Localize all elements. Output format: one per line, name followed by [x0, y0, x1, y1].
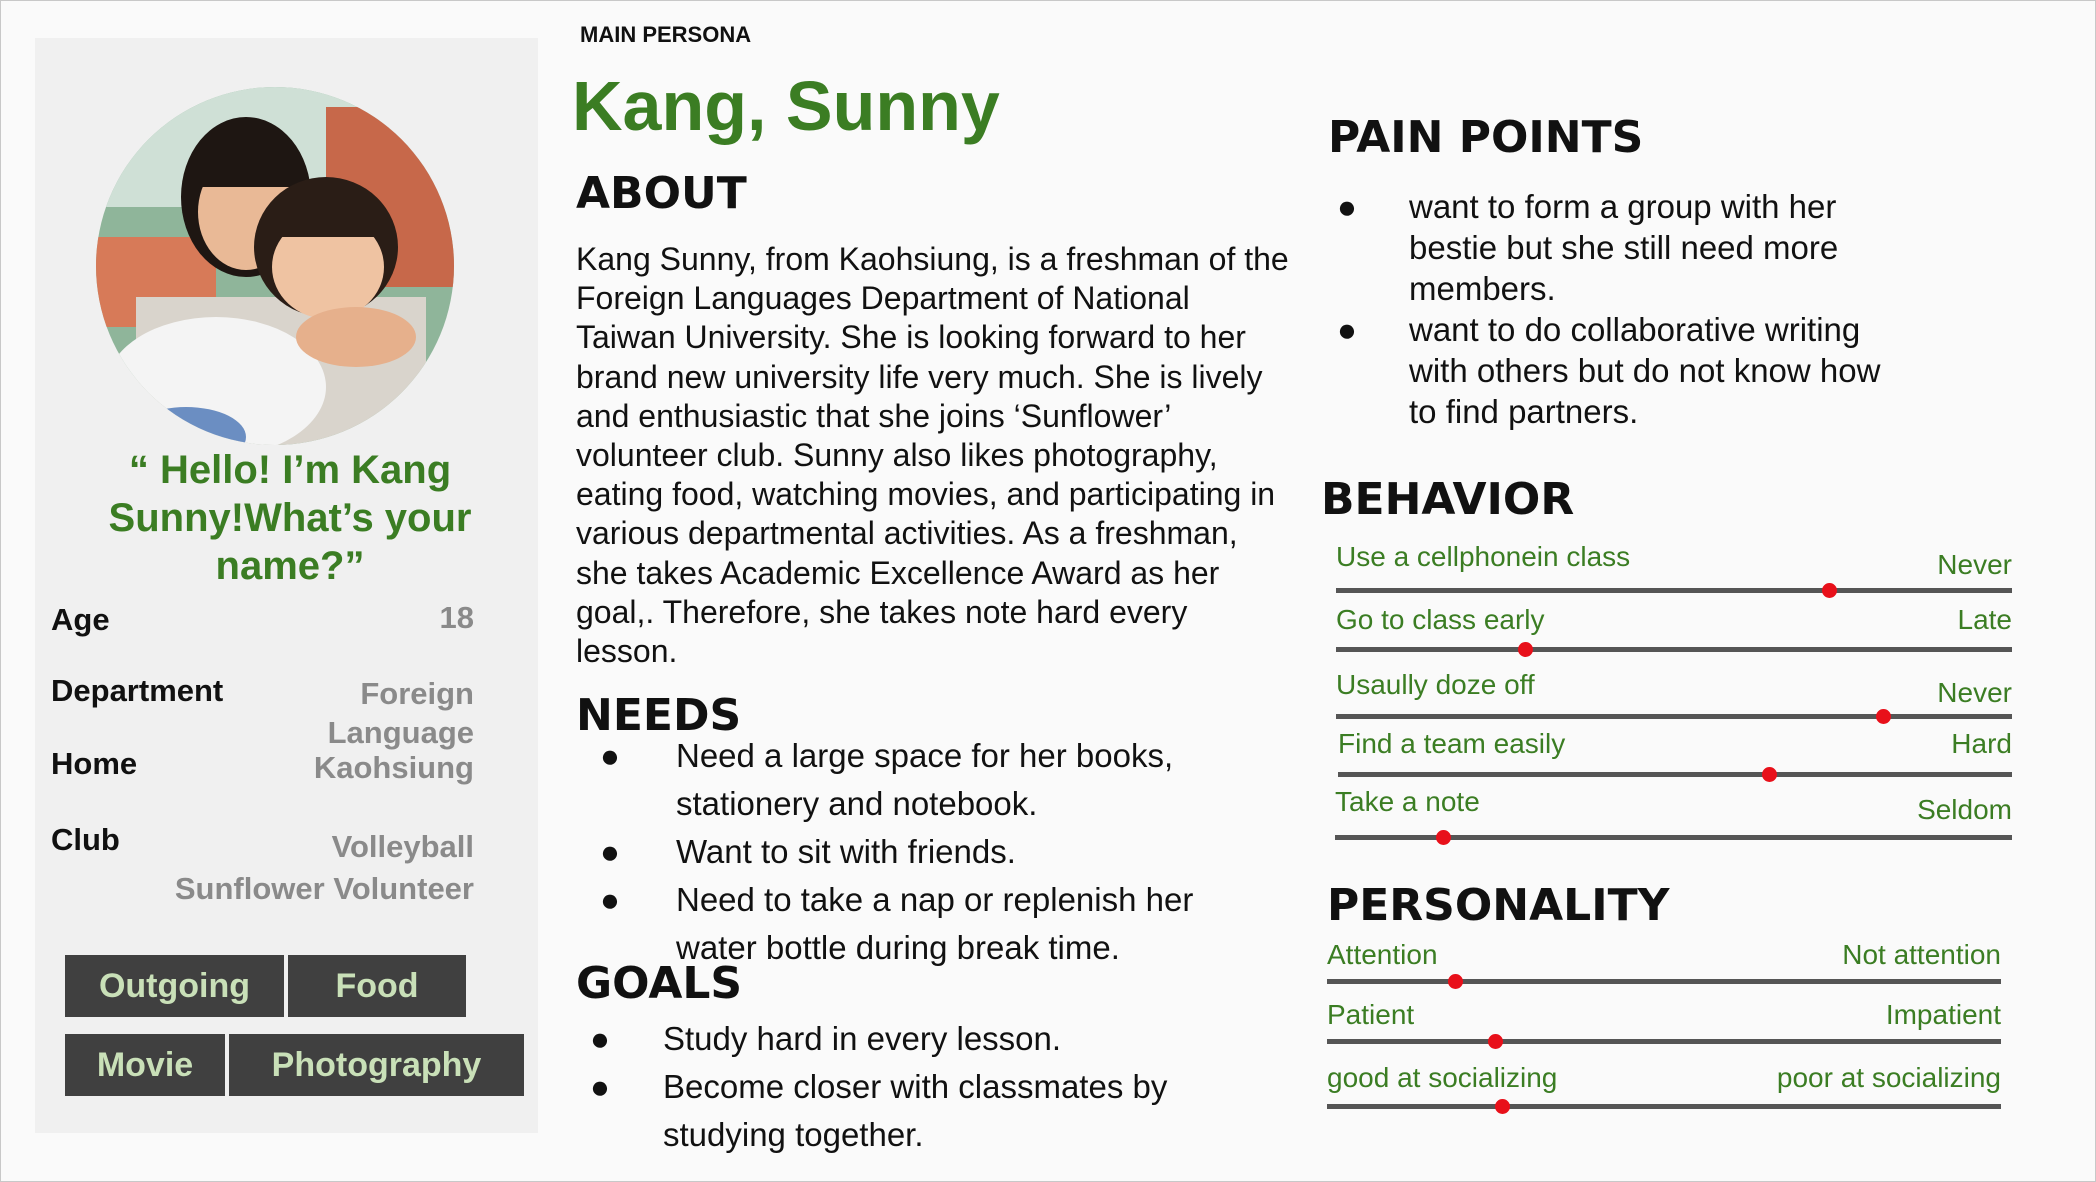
pain-point-item: ● want to form a group with her bestie bu… [1337, 188, 1839, 307]
scale-left-label: Use a cellphonein class [1336, 541, 1631, 572]
goals-list: ● Study hard in every lesson. ● Become clo… [590, 1015, 1230, 1159]
needs-item: ● Need a large space for her books, stati… [600, 737, 1174, 822]
scale-left-label: Attention [1327, 939, 1438, 970]
behavior-scale-notes: Take a note Seldom [1335, 786, 2012, 846]
scale-track [1336, 647, 2012, 652]
scale-right-label: Never [1937, 549, 2012, 580]
tag-outgoing: Outgoing [65, 955, 284, 1017]
scale-left-label: Usaully doze off [1336, 669, 1535, 700]
scale-left-label: Take a note [1335, 786, 1480, 817]
needs-list: ● Need a large space for her books, stati… [600, 732, 1250, 972]
pain-points-list: ● want to form a group with her bestie bu… [1337, 186, 1917, 432]
scale-marker [1435, 830, 1451, 845]
department-label: Department [51, 673, 224, 708]
goals-item: ● Study hard in every lesson. [590, 1020, 1062, 1057]
club-label: Club [51, 822, 120, 857]
profile-photo [96, 87, 454, 445]
goals-item: ● Become closer with classmates by studyi… [590, 1068, 1168, 1153]
scale-marker [1488, 1034, 1503, 1049]
behavior-scale-team: Find a team easily Hard [1338, 728, 2012, 788]
scale-left-label: Patient [1327, 999, 1415, 1030]
scale-right-label: Never [1937, 677, 2012, 708]
scale-right-label: poor at socializing [1776, 1062, 2001, 1093]
tag-food: Food [288, 955, 466, 1017]
scale-marker [1494, 1099, 1510, 1114]
scale-right-label: Late [1957, 604, 2013, 635]
persona-name: Kang, Sunny [572, 67, 1000, 145]
scale-right-label: Hard [1951, 728, 2012, 759]
tag-photography: Photography [229, 1034, 524, 1096]
scale-track [1327, 979, 2001, 984]
tag-movie: Movie [65, 1034, 225, 1096]
scale-marker [1761, 767, 1777, 782]
personality-scale-attention: Attention Not attention [1327, 939, 2001, 999]
about-heading: ABOUT [576, 168, 747, 219]
personality-scale-socializing: good at socializing poor at socializing [1327, 1062, 2001, 1122]
scale-left-label: Find a team easily [1338, 728, 1566, 759]
pain-points-heading: PAIN POINTS [1328, 112, 1644, 163]
section-label: MAIN PERSONA [580, 22, 752, 47]
department-value-line2: Language [327, 715, 474, 750]
behavior-heading: BEHAVIOR [1321, 474, 1575, 525]
scale-marker [1821, 583, 1837, 598]
scale-track [1336, 714, 2012, 719]
home-label: Home [51, 746, 138, 781]
home-value: Kaohsiung [313, 750, 474, 785]
scale-track [1327, 1039, 2001, 1044]
personality-heading: PERSONALITY [1327, 880, 1670, 931]
persona-quote: “ Hello! I’m Kang Sunny!What’s your name… [108, 448, 472, 588]
needs-item: ● Want to sit with friends. [600, 833, 1016, 870]
club-value-line2: Sunflower Volunteer [174, 871, 474, 906]
scale-left-label: good at socializing [1327, 1062, 1558, 1093]
behavior-scale-class-early: Go to class early Late [1336, 604, 2012, 664]
scale-track [1336, 588, 2012, 593]
scale-right-label: Not attention [1842, 939, 2001, 970]
about-text: Kang Sunny, from Kaohsiung, is a freshma… [576, 241, 1289, 670]
scale-track [1338, 772, 2012, 777]
scale-left-label: Go to class early [1336, 604, 1545, 635]
department-value-line1: Foreign [360, 676, 474, 711]
age-value: 18 [439, 600, 474, 635]
goals-heading: GOALS [576, 958, 743, 1009]
club-value-line1: Volleyball [331, 829, 474, 864]
scale-marker [1876, 709, 1892, 724]
scale-track [1327, 1104, 2001, 1109]
behavior-scale-cellphone: Use a cellphonein class Never [1336, 541, 2012, 601]
personality-scale-patience: Patient Impatient [1327, 999, 2001, 1059]
age-label: Age [51, 602, 110, 637]
pain-point-item: ● want to do collaborative writing with o… [1337, 311, 1881, 430]
scale-right-label: Impatient [1885, 999, 2001, 1030]
scale-marker [1517, 642, 1533, 657]
behavior-scale-doze-off: Usaully doze off Never [1336, 669, 2012, 729]
scale-marker [1447, 974, 1463, 989]
scale-right-label: Seldom [1917, 794, 2012, 825]
